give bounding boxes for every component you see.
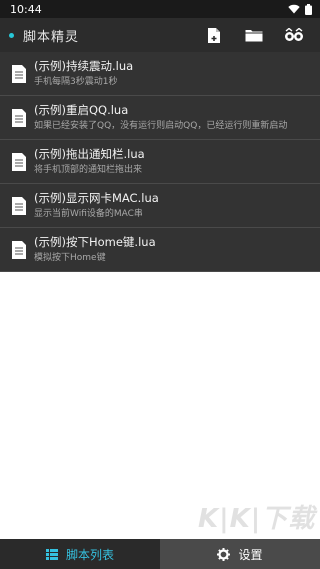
script-name: (示例)持续震动.lua	[34, 58, 134, 73]
script-item[interactable]: (示例)按下Home键.lua 模拟按下Home键	[0, 228, 320, 272]
script-name: (示例)显示网卡MAC.lua	[34, 190, 159, 205]
script-item[interactable]: (示例)显示网卡MAC.lua 显示当前Wifi设备的MAC串	[0, 184, 320, 228]
script-file-icon	[4, 152, 34, 172]
gear-icon	[217, 547, 231, 561]
new-script-button[interactable]	[194, 18, 234, 52]
status-bar: 10:44	[0, 0, 320, 18]
new-file-icon	[208, 27, 220, 43]
tab-settings[interactable]: 设置	[160, 539, 320, 569]
app-bar: 脚本精灵	[0, 18, 320, 52]
wifi-icon	[288, 4, 300, 14]
battery-icon	[305, 3, 312, 15]
list-icon	[45, 548, 58, 560]
tab-settings-label: 设置	[238, 547, 263, 562]
script-description: 显示当前Wifi设备的MAC串	[34, 208, 143, 219]
script-name: (示例)按下Home键.lua	[34, 234, 156, 249]
bottom-nav: 脚本列表 设置	[0, 539, 320, 569]
script-file-icon	[4, 64, 34, 84]
script-name: (示例)拖出通知栏.lua	[34, 146, 145, 161]
script-description: 如果已经安装了QQ，没有运行则启动QQ，已经运行则重新启动	[34, 120, 288, 131]
script-description: 手机每隔3秒震动1秒	[34, 76, 118, 87]
script-item[interactable]: (示例)持续震动.lua 手机每隔3秒震动1秒	[0, 52, 320, 96]
script-description: 模拟按下Home键	[34, 252, 106, 263]
script-item[interactable]: (示例)重启QQ.lua 如果已经安装了QQ，没有运行则启动QQ，已经运行则重新…	[0, 96, 320, 140]
open-folder-button[interactable]	[234, 18, 274, 52]
script-name: (示例)重启QQ.lua	[34, 102, 129, 117]
app-title: 脚本精灵	[23, 29, 80, 45]
app-indicator-dot	[9, 32, 14, 38]
watermark-logo: K|K|下载	[198, 504, 316, 534]
owl-icon	[285, 28, 303, 41]
tab-script-list-label: 脚本列表	[65, 547, 114, 562]
script-description: 将手机顶部的通知栏拖出来	[34, 164, 143, 175]
script-file-icon	[4, 196, 34, 216]
script-file-icon	[4, 108, 34, 128]
recorder-button[interactable]	[274, 18, 314, 52]
script-file-icon	[4, 240, 34, 260]
script-item[interactable]: (示例)拖出通知栏.lua 将手机顶部的通知栏拖出来	[0, 140, 320, 184]
appbar-actions	[194, 18, 314, 52]
tab-script-list[interactable]: 脚本列表	[0, 539, 160, 569]
folder-icon	[245, 30, 263, 42]
script-list: (示例)持续震动.lua 手机每隔3秒震动1秒 (示例)重启QQ.lua 如果已…	[0, 52, 320, 272]
status-time: 10:44	[10, 2, 42, 16]
status-icons	[288, 3, 312, 15]
